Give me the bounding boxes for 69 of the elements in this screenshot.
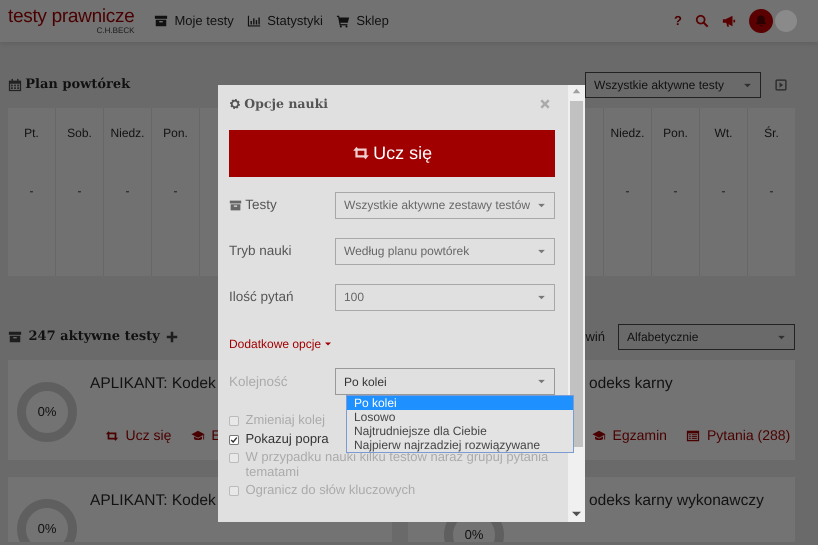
test-filter-select[interactable]: Wszystkie aktywne testy bbox=[585, 72, 761, 98]
archive-box-icon bbox=[154, 14, 168, 28]
plus-icon[interactable] bbox=[166, 331, 178, 343]
day-label: Niedz. bbox=[109, 125, 146, 142]
action-link[interactable]: Ucz się bbox=[105, 425, 172, 446]
calendar-icon bbox=[8, 78, 22, 92]
collapse-link[interactable]: wiń bbox=[585, 327, 605, 347]
more-options-link[interactable]: Dodatkowe opcje bbox=[229, 334, 332, 353]
play-icon[interactable] bbox=[775, 79, 787, 91]
archive-box-icon bbox=[8, 330, 22, 344]
day-label: Śr. bbox=[763, 125, 780, 142]
day-value: - bbox=[720, 183, 726, 200]
scrollbar-thumb[interactable] bbox=[570, 101, 583, 447]
graduation-cap-icon bbox=[592, 428, 606, 443]
progress-text: 0% bbox=[464, 526, 484, 542]
list-icon bbox=[686, 428, 700, 443]
select-field[interactable]: Wszystkie aktywne zestawy testów bbox=[335, 192, 555, 219]
logo-subtitle: C.H.BECK bbox=[96, 26, 134, 34]
day-label: Wt. bbox=[714, 125, 734, 142]
day-label: Niedz. bbox=[609, 125, 646, 142]
day-value: - bbox=[28, 183, 34, 200]
test-title: odeks karny bbox=[589, 374, 674, 394]
action-link[interactable]: Pytania (288) bbox=[686, 425, 790, 446]
progress-text: 0% bbox=[38, 403, 56, 422]
day-value: - bbox=[172, 183, 178, 200]
logo-text[interactable]: testy prawnicze bbox=[8, 8, 134, 26]
notifications-button[interactable] bbox=[749, 9, 773, 33]
select-field[interactable]: 100 bbox=[335, 284, 555, 311]
repeat-arrows-icon bbox=[105, 428, 119, 443]
day-label: Sob. bbox=[66, 125, 93, 142]
field-label: Testy bbox=[245, 196, 277, 214]
sort-select[interactable]: Alfabetycznie bbox=[618, 324, 795, 350]
help-link[interactable]: ? bbox=[674, 11, 682, 31]
graduation-cap-icon bbox=[190, 428, 205, 443]
archive-box-icon bbox=[229, 198, 242, 212]
bar-chart-icon bbox=[246, 14, 261, 28]
day-value: - bbox=[124, 183, 130, 200]
day-label: Pt. bbox=[23, 125, 40, 142]
nav-link[interactable]: Moje testy bbox=[154, 11, 234, 31]
settings-icon bbox=[229, 98, 241, 110]
progress-text: 0% bbox=[38, 520, 56, 538]
checkbox-label: Pokazuj popra bbox=[246, 430, 329, 446]
test-title: odeks karny wykonawczy bbox=[589, 491, 764, 511]
nav-link[interactable]: Statystyki bbox=[246, 11, 323, 31]
section-title: 247 aktywne testy bbox=[28, 328, 160, 346]
cart-icon bbox=[336, 14, 350, 28]
scrollbar[interactable] bbox=[568, 85, 585, 522]
modal-title: Opcje nauki bbox=[244, 95, 328, 113]
day-value: - bbox=[768, 183, 774, 200]
day-value: - bbox=[76, 183, 82, 200]
day-value: - bbox=[624, 183, 630, 200]
test-title: APLIKANT: Kodek bbox=[90, 491, 216, 511]
day-label: Pon. bbox=[662, 125, 689, 142]
close-icon[interactable] bbox=[539, 98, 551, 110]
select-field[interactable]: Według planu powtórek bbox=[335, 238, 555, 265]
study-button[interactable]: Ucz się bbox=[229, 130, 555, 177]
search-icon bbox=[695, 14, 709, 28]
caret-icon bbox=[324, 340, 332, 348]
megaphone-icon bbox=[722, 14, 736, 28]
action-link[interactable]: Egzamin bbox=[592, 425, 667, 446]
field-label: Ilość pytań bbox=[229, 288, 294, 306]
section-title: Plan powtórek bbox=[25, 76, 130, 94]
field-label: Tryb nauki bbox=[229, 242, 292, 260]
test-title: APLIKANT: Kodek bbox=[90, 374, 217, 394]
checkbox[interactable] bbox=[229, 434, 239, 444]
bell-icon bbox=[754, 14, 768, 28]
day-value: - bbox=[672, 183, 678, 200]
nav-link[interactable]: Sklep bbox=[336, 11, 389, 31]
day-label: Pon. bbox=[162, 125, 189, 142]
